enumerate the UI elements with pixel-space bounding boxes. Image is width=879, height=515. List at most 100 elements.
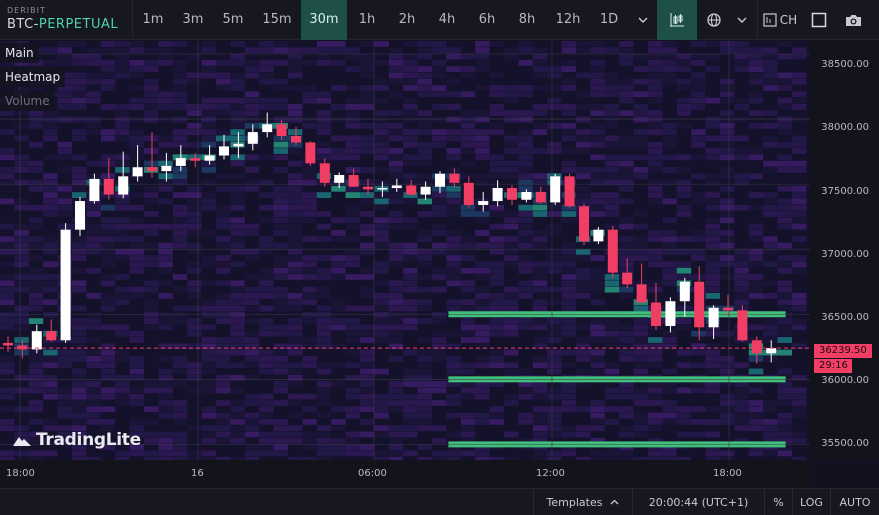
heatmap-cell bbox=[288, 173, 303, 180]
heatmap-cell bbox=[302, 318, 317, 324]
heatmap-cell bbox=[244, 59, 260, 66]
heatmap-cell bbox=[115, 299, 130, 306]
heatmap-cell bbox=[273, 437, 288, 444]
heatmap-cell bbox=[504, 135, 519, 142]
heatmap-cell bbox=[345, 217, 360, 224]
heatmap-cell bbox=[633, 78, 648, 85]
heatmap-cell bbox=[129, 450, 144, 457]
heatmap-cell bbox=[475, 135, 490, 142]
heatmap-cell bbox=[172, 211, 188, 217]
compare-button[interactable]: CH bbox=[758, 0, 802, 40]
timeframe-8h[interactable]: 8h bbox=[507, 0, 547, 40]
heatmap-cell bbox=[403, 267, 418, 274]
heatmap-cell bbox=[676, 204, 692, 211]
heatmap-cell bbox=[345, 330, 360, 337]
heatmap-cell bbox=[489, 293, 504, 299]
heatmap-cell bbox=[633, 412, 648, 419]
heatmap-cell bbox=[662, 167, 677, 173]
chart-canvas[interactable] bbox=[0, 41, 810, 460]
heatmap-cell bbox=[705, 431, 720, 438]
heatmap-cell bbox=[489, 419, 504, 425]
heatmap-cell bbox=[86, 72, 101, 79]
heatmap-cell bbox=[158, 41, 173, 47]
heatmap-cell bbox=[547, 324, 562, 331]
heatmap-cell bbox=[604, 286, 620, 293]
auto-scale-toggle[interactable]: AUTO bbox=[830, 488, 879, 515]
heatmap-cell bbox=[691, 362, 706, 369]
candlestick-icon bbox=[670, 12, 684, 27]
heatmap-cell bbox=[86, 362, 101, 369]
heatmap-cell bbox=[43, 47, 58, 54]
heatmap-cell bbox=[129, 217, 144, 224]
indicators-button[interactable] bbox=[697, 0, 731, 40]
heatmap-cell bbox=[288, 324, 303, 331]
log-scale-toggle[interactable]: LOG bbox=[792, 488, 830, 515]
heatmap-cell bbox=[345, 154, 360, 161]
heatmap-cell bbox=[763, 47, 778, 54]
timeframe-6h[interactable]: 6h bbox=[467, 0, 507, 40]
heatmap-cell bbox=[331, 116, 346, 123]
heatmap-cell bbox=[86, 387, 101, 394]
price-axis[interactable]: 38500.00 38000.00 37500.00 37000.00 3650… bbox=[810, 41, 879, 460]
timeframe-5m[interactable]: 5m bbox=[213, 0, 253, 40]
heatmap-cell bbox=[417, 47, 432, 54]
timeframe-12h[interactable]: 12h bbox=[547, 0, 589, 40]
heatmap-cell bbox=[720, 97, 735, 104]
heatmap-cell bbox=[259, 330, 274, 337]
heatmap-cell bbox=[172, 406, 188, 413]
heatmap-cell bbox=[590, 368, 605, 375]
symbol-selector[interactable]: DERIBIT BTC-PERPETUAL bbox=[0, 0, 133, 40]
timeframe-4h[interactable]: 4h bbox=[427, 0, 467, 40]
heatmap-cell bbox=[676, 236, 692, 243]
percent-scale-toggle[interactable]: % bbox=[764, 488, 792, 515]
heatmap-cell bbox=[374, 311, 389, 318]
screenshot-button[interactable] bbox=[836, 0, 870, 40]
candle-body bbox=[17, 345, 28, 350]
heatmap-cell bbox=[576, 324, 591, 331]
heatmap-cell bbox=[489, 129, 504, 135]
timeframe-1h[interactable]: 1h bbox=[347, 0, 387, 40]
heatmap-cell bbox=[604, 85, 620, 91]
heatmap-cell bbox=[158, 324, 173, 331]
heatmap-cell bbox=[187, 261, 202, 268]
heatmap-cell bbox=[748, 122, 764, 129]
templates-button[interactable]: Templates bbox=[533, 488, 632, 515]
layer-main-button[interactable]: Main bbox=[0, 43, 39, 63]
heatmap-cell bbox=[216, 85, 231, 91]
heatmap-cell bbox=[302, 122, 317, 129]
heatmap-cell bbox=[504, 223, 519, 230]
timeframe-3m[interactable]: 3m bbox=[173, 0, 213, 40]
heatmap-cell bbox=[331, 425, 346, 432]
heatmap-cell bbox=[734, 204, 749, 211]
heatmap-cell bbox=[0, 356, 15, 362]
heatmap-cell bbox=[504, 305, 519, 312]
timeframe-1D[interactable]: 1D bbox=[589, 0, 629, 40]
heatmap-cell bbox=[432, 274, 447, 280]
chart-type-button[interactable] bbox=[657, 0, 697, 40]
heatmap-cell bbox=[705, 368, 720, 375]
heatmap-cell bbox=[691, 78, 706, 85]
more-timeframes-button[interactable] bbox=[629, 0, 657, 40]
heatmap-cell bbox=[0, 167, 15, 173]
fullscreen-button[interactable] bbox=[802, 0, 836, 40]
indicators-dropdown[interactable] bbox=[731, 0, 753, 40]
heatmap-cell bbox=[763, 211, 778, 217]
heatmap-cell bbox=[648, 261, 663, 268]
heatmap-cell bbox=[316, 437, 332, 444]
timeframe-1m[interactable]: 1m bbox=[133, 0, 173, 40]
heatmap-cell bbox=[100, 41, 116, 47]
heatmap-cell bbox=[86, 97, 101, 104]
heatmap-cell bbox=[345, 444, 360, 450]
heatmap-cell bbox=[273, 154, 288, 161]
clock-display[interactable]: 20:00:44 (UTC+1) bbox=[632, 488, 764, 515]
layer-heatmap-button[interactable]: Heatmap bbox=[0, 67, 66, 87]
timeframe-15m[interactable]: 15m bbox=[253, 0, 301, 40]
heatmap-cell bbox=[201, 72, 216, 79]
heatmap-cell bbox=[100, 356, 116, 362]
heatmap-cell bbox=[532, 393, 548, 400]
heatmap-cell bbox=[590, 299, 605, 306]
layer-volume-button[interactable]: Volume bbox=[0, 91, 55, 111]
timeframe-2h[interactable]: 2h bbox=[387, 0, 427, 40]
timeframe-30m[interactable]: 30m bbox=[301, 0, 347, 40]
time-axis[interactable]: 18:00 16 06:00 12:00 18:00 bbox=[0, 460, 810, 488]
